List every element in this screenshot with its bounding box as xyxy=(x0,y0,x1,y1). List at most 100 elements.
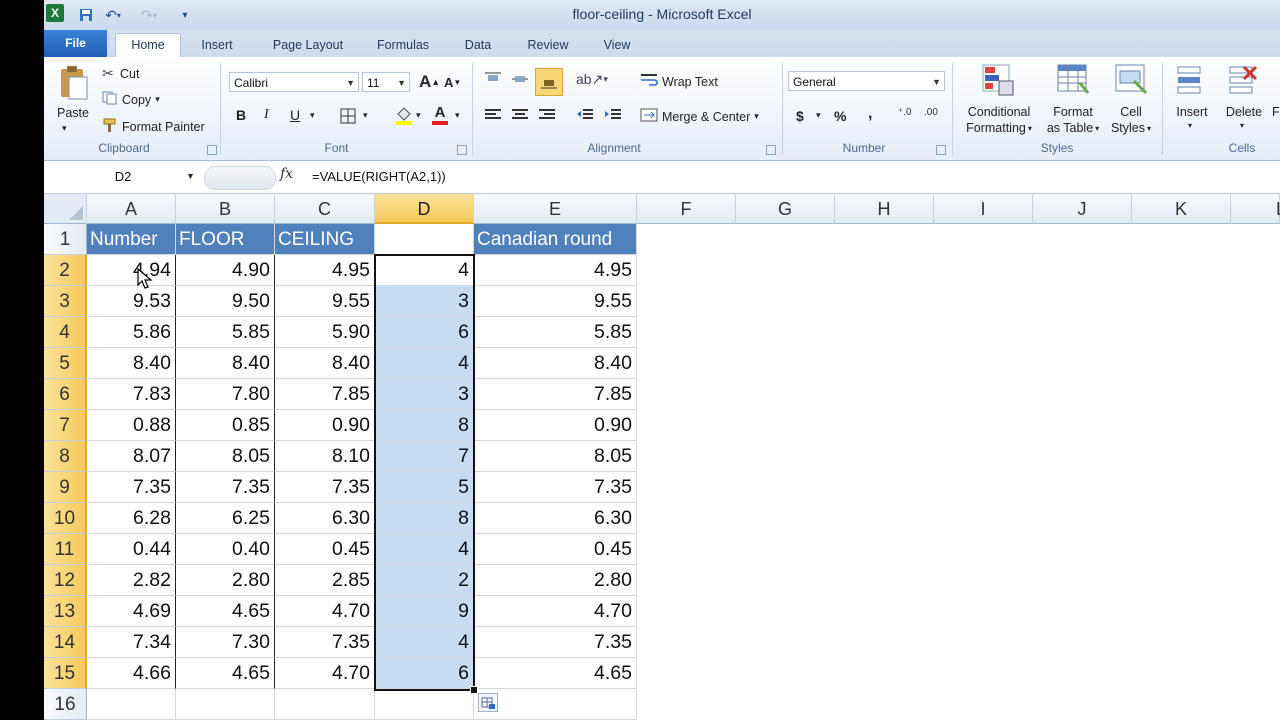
column-header-j[interactable]: J xyxy=(1033,194,1132,224)
row-header-15[interactable]: 15 xyxy=(44,658,87,689)
cell-a4[interactable]: 5.86 xyxy=(87,317,176,348)
row-header-3[interactable]: 3 xyxy=(44,286,87,317)
insert-dropdown-icon[interactable]: ▾ xyxy=(1188,121,1192,130)
tab-page-layout[interactable]: Page Layout xyxy=(256,34,360,56)
cell-b16[interactable] xyxy=(176,689,275,720)
cell-d13[interactable]: 9 xyxy=(375,596,474,627)
paste-icon[interactable] xyxy=(54,63,92,103)
row-header-7[interactable]: 7 xyxy=(44,410,87,441)
format-as-table-button[interactable]: as Table ▾ xyxy=(1042,121,1104,135)
cell-b5[interactable]: 8.40 xyxy=(176,348,275,379)
cell-e13[interactable]: 4.70 xyxy=(474,596,637,627)
column-header-h[interactable]: H xyxy=(835,194,934,224)
row-header-8[interactable]: 8 xyxy=(44,441,87,472)
shrink-font-button[interactable]: A ▼ xyxy=(444,75,461,90)
cell-a12[interactable]: 2.82 xyxy=(87,565,176,596)
cell-e7[interactable]: 0.90 xyxy=(474,410,637,441)
column-header-i[interactable]: I xyxy=(934,194,1033,224)
quick-analysis-icon[interactable] xyxy=(478,693,498,712)
header-cell-ceiling[interactable]: CEILING xyxy=(275,224,375,255)
decrease-decimal-icon[interactable]: .00 xyxy=(924,107,938,118)
column-header-l[interactable]: L xyxy=(1231,194,1280,224)
cell-c7[interactable]: 0.90 xyxy=(275,410,375,441)
cell-e16[interactable] xyxy=(474,689,637,720)
underline-dropdown-icon[interactable]: ▾ xyxy=(310,110,315,121)
grow-font-button[interactable]: A ▲ xyxy=(419,72,440,92)
cell-a8[interactable]: 8.07 xyxy=(87,441,176,472)
cell-b9[interactable]: 7.35 xyxy=(176,472,275,503)
cell-c5[interactable]: 8.40 xyxy=(275,348,375,379)
delete-dropdown-icon[interactable]: ▾ xyxy=(1240,121,1244,130)
formula-input[interactable]: =VALUE(RIGHT(A2,1)) xyxy=(312,169,446,184)
cell-b3[interactable]: 9.50 xyxy=(176,286,275,317)
cell-c10[interactable]: 6.30 xyxy=(275,503,375,534)
cell-a2[interactable]: 4.94 xyxy=(87,255,176,286)
cell-a13[interactable]: 4.69 xyxy=(87,596,176,627)
cell-styles-label-1[interactable]: Cell xyxy=(1104,105,1158,119)
currency-button[interactable]: $ xyxy=(796,108,804,124)
cell-d8[interactable]: 7 xyxy=(375,441,474,472)
row-header-6[interactable]: 6 xyxy=(44,379,87,410)
cell-b10[interactable]: 6.25 xyxy=(176,503,275,534)
cell-c14[interactable]: 7.35 xyxy=(275,627,375,658)
tab-file[interactable]: File xyxy=(44,30,107,57)
cell-e10[interactable]: 6.30 xyxy=(474,503,637,534)
fill-color-icon[interactable] xyxy=(394,105,414,125)
header-cell-d[interactable] xyxy=(375,224,474,255)
cell-d9[interactable]: 5 xyxy=(375,472,474,503)
select-all-corner[interactable] xyxy=(44,194,87,224)
orientation-icon[interactable]: ab↗ ▾ xyxy=(576,71,608,88)
format-painter-button[interactable]: Format Painter xyxy=(102,117,205,136)
cell-a16[interactable] xyxy=(87,689,176,720)
conditional-formatting-icon[interactable] xyxy=(981,63,1015,97)
merge-dropdown-icon[interactable]: ▾ xyxy=(754,111,759,122)
cell-d5[interactable]: 4 xyxy=(375,348,474,379)
tab-view[interactable]: View xyxy=(594,34,640,56)
copy-button[interactable]: Copy ▾ xyxy=(102,91,160,108)
row-header-9[interactable]: 9 xyxy=(44,472,87,503)
align-center-icon[interactable] xyxy=(511,108,529,122)
cell-a3[interactable]: 9.53 xyxy=(87,286,176,317)
align-middle-icon[interactable] xyxy=(511,71,529,87)
column-header-d[interactable]: D xyxy=(375,194,474,224)
wrap-text-button[interactable]: Wrap Text xyxy=(640,73,718,90)
tab-home[interactable]: Home xyxy=(115,33,181,59)
cell-d11[interactable]: 4 xyxy=(375,534,474,565)
cell-b12[interactable]: 2.80 xyxy=(176,565,275,596)
align-left-icon[interactable] xyxy=(484,108,502,122)
row-header-2[interactable]: 2 xyxy=(44,255,87,286)
cell-d6[interactable]: 3 xyxy=(375,379,474,410)
delete-cells-button[interactable]: Delete xyxy=(1220,105,1268,119)
conditional-formatting-button[interactable]: Formatting ▾ xyxy=(958,121,1040,135)
copy-dropdown-icon[interactable]: ▾ xyxy=(155,94,160,105)
column-header-k[interactable]: K xyxy=(1132,194,1231,224)
merge-center-button[interactable]: Merge & Center ▾ xyxy=(640,108,759,125)
bold-button[interactable]: B xyxy=(236,107,246,123)
cell-d10[interactable]: 8 xyxy=(375,503,474,534)
cell-c8[interactable]: 8.10 xyxy=(275,441,375,472)
increase-decimal-icon[interactable]: ⁺.0 xyxy=(898,107,912,118)
font-name-select[interactable]: Calibri ▼ xyxy=(229,72,359,92)
cell-b4[interactable]: 5.85 xyxy=(176,317,275,348)
align-bottom-icon[interactable] xyxy=(535,68,563,96)
cell-d16[interactable] xyxy=(375,689,474,720)
currency-dropdown-icon[interactable]: ▾ xyxy=(816,110,821,121)
alignment-launcher-icon[interactable] xyxy=(766,145,776,155)
cell-c6[interactable]: 7.85 xyxy=(275,379,375,410)
cell-b6[interactable]: 7.80 xyxy=(176,379,275,410)
header-cell-number[interactable]: Number xyxy=(87,224,176,255)
row-header-1[interactable]: 1 xyxy=(44,224,87,255)
row-header-14[interactable]: 14 xyxy=(44,627,87,658)
column-header-f[interactable]: F xyxy=(637,194,736,224)
insert-function-icon[interactable]: fx xyxy=(280,166,293,182)
column-header-a[interactable]: A xyxy=(87,194,176,224)
formula-bar-splitter[interactable] xyxy=(204,166,276,190)
column-header-c[interactable]: C xyxy=(275,194,375,224)
font-size-select[interactable]: 11 ▼ xyxy=(362,72,410,92)
paste-dropdown-icon[interactable]: ▾ xyxy=(62,123,67,134)
increase-indent-icon[interactable] xyxy=(604,108,622,122)
italic-button[interactable]: I xyxy=(264,107,269,123)
align-right-icon[interactable] xyxy=(538,108,556,122)
align-top-icon[interactable] xyxy=(484,71,502,87)
cell-a5[interactable]: 8.40 xyxy=(87,348,176,379)
